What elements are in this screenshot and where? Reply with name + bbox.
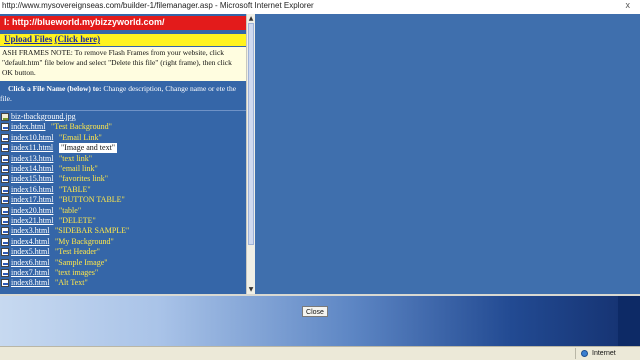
file-description: "BUTTON TABLE" bbox=[59, 195, 125, 205]
file-description: "table" bbox=[59, 205, 82, 215]
instruction-text: Click a File Name (below) to: Change des… bbox=[0, 84, 246, 104]
html-file-icon bbox=[1, 133, 9, 142]
file-row: index3.html "SIDEBAR SAMPLE" bbox=[0, 226, 246, 236]
file-description: "Sample Image" bbox=[55, 257, 108, 267]
file-name-link[interactable]: index20.html bbox=[11, 206, 53, 216]
file-name-link[interactable]: index6.html bbox=[11, 258, 49, 268]
html-file-icon bbox=[1, 227, 9, 236]
file-name-link[interactable]: index7.html bbox=[11, 268, 49, 278]
file-name-link[interactable]: index15.html bbox=[11, 174, 53, 184]
file-row: index13.html "text link" bbox=[0, 154, 246, 164]
html-file-icon bbox=[1, 206, 9, 215]
right-frame bbox=[246, 14, 640, 294]
file-name-link[interactable]: index21.html bbox=[11, 216, 53, 226]
security-zone: Internet bbox=[575, 348, 640, 359]
html-file-icon bbox=[1, 248, 9, 257]
file-description: "Image and text" bbox=[59, 143, 118, 154]
file-name-link[interactable]: index10.html bbox=[11, 133, 53, 143]
file-description: "text images" bbox=[55, 268, 99, 277]
status-bar: Internet bbox=[0, 346, 640, 360]
file-name-link[interactable]: index3.html bbox=[11, 226, 49, 236]
file-manager-pane: l: http://blueworld.mybizzyworld.com/ Up… bbox=[0, 14, 246, 294]
file-description: "My Background" bbox=[55, 236, 114, 246]
zone-label: Internet bbox=[592, 350, 616, 357]
html-file-icon bbox=[1, 175, 9, 184]
file-name-link[interactable]: index5.html bbox=[11, 247, 49, 257]
file-name-link[interactable]: index8.html bbox=[11, 278, 49, 288]
file-name-link[interactable]: biz-tbackground.jpg bbox=[11, 112, 76, 122]
bottom-frame: Close bbox=[0, 296, 640, 346]
html-file-icon bbox=[1, 185, 9, 194]
html-file-icon bbox=[1, 154, 9, 163]
file-name-link[interactable]: index11.html bbox=[11, 143, 53, 153]
upload-click-here-link[interactable]: (Click here) bbox=[55, 34, 101, 44]
file-row: index.html "Test Background" bbox=[0, 122, 246, 132]
file-description: "TABLE" bbox=[59, 184, 91, 194]
upload-files-bar: Upload Files (Click here) bbox=[0, 34, 246, 46]
file-name-link[interactable]: index13.html bbox=[11, 154, 53, 164]
file-list-divider bbox=[0, 110, 246, 111]
file-row: index10.html "Email Link" bbox=[0, 133, 246, 143]
close-button[interactable]: Close bbox=[302, 306, 328, 317]
html-file-icon bbox=[1, 269, 9, 277]
file-row: biz-tbackground.jpg bbox=[0, 112, 246, 122]
html-file-icon bbox=[1, 144, 9, 153]
file-name-link[interactable]: index17.html bbox=[11, 195, 53, 205]
file-description: "email link" bbox=[59, 164, 98, 173]
file-name-link[interactable]: index.html bbox=[11, 122, 45, 132]
file-name-link[interactable]: index16.html bbox=[11, 185, 53, 195]
upload-files-label: Upload Files bbox=[4, 34, 53, 44]
scroll-down-icon[interactable]: ▼ bbox=[248, 286, 254, 293]
image-file-icon bbox=[1, 113, 9, 121]
file-row: index14.html "email link" bbox=[0, 164, 246, 174]
file-row: index21.html "DELETE" bbox=[0, 216, 246, 226]
site-url-banner: l: http://blueworld.mybizzyworld.com/ bbox=[0, 16, 246, 30]
file-description: "text link" bbox=[59, 153, 92, 163]
file-name-link[interactable]: index4.html bbox=[11, 237, 49, 247]
file-row: index5.html "Test Header" bbox=[0, 247, 246, 257]
html-file-icon bbox=[1, 237, 9, 246]
site-url-text: l: http://blueworld.mybizzyworld.com/ bbox=[4, 17, 165, 27]
flash-frames-note: ASH FRAMES NOTE: To remove Flash Frames … bbox=[0, 47, 246, 81]
file-description: "Test Background" bbox=[51, 122, 112, 132]
window-title: http://www.mysovereignseas.com/builder-1… bbox=[2, 1, 314, 10]
globe-icon bbox=[581, 350, 588, 357]
html-file-icon bbox=[1, 279, 9, 288]
file-row: index17.html "BUTTON TABLE" bbox=[0, 195, 246, 205]
file-row: index16.html "TABLE" bbox=[0, 185, 246, 195]
file-row: index11.html "Image and text" bbox=[0, 143, 246, 154]
file-row: index15.html "favorites link" bbox=[0, 174, 246, 184]
html-file-icon bbox=[1, 217, 9, 225]
file-description: "Test Header" bbox=[55, 247, 100, 257]
file-row: index6.html "Sample Image" bbox=[0, 258, 246, 268]
file-row: index20.html "table" bbox=[0, 206, 246, 216]
left-frame-scrollbar[interactable]: ▲ ▼ bbox=[246, 14, 255, 296]
upload-files-link[interactable]: Upload Files (Click here) bbox=[4, 34, 100, 44]
file-description: "favorites link" bbox=[59, 174, 108, 184]
html-file-icon bbox=[1, 196, 9, 205]
bottom-frame-edge bbox=[618, 296, 640, 346]
file-name-link[interactable]: index14.html bbox=[11, 164, 53, 174]
file-description: "SIDEBAR SAMPLE" bbox=[55, 226, 130, 236]
html-file-icon bbox=[1, 165, 9, 173]
instruction-bold: Click a File Name (below) to: bbox=[8, 84, 102, 93]
file-description: "Alt Text" bbox=[55, 278, 88, 288]
file-description: "DELETE" bbox=[59, 216, 96, 225]
flash-frames-note-text: ASH FRAMES NOTE: To remove Flash Frames … bbox=[2, 48, 232, 77]
window-title-bar: http://www.mysovereignseas.com/builder-1… bbox=[0, 0, 640, 14]
file-row: index7.html "text images" bbox=[0, 268, 246, 278]
file-description: "Email Link" bbox=[59, 132, 102, 142]
window-close-button[interactable]: x bbox=[626, 0, 631, 10]
file-row: index8.html "Alt Text" bbox=[0, 278, 246, 288]
scroll-up-icon[interactable]: ▲ bbox=[248, 15, 254, 22]
html-file-icon bbox=[1, 258, 9, 267]
scrollbar-thumb[interactable] bbox=[248, 23, 254, 245]
file-row: index4.html "My Background" bbox=[0, 237, 246, 247]
html-file-icon bbox=[1, 123, 9, 132]
